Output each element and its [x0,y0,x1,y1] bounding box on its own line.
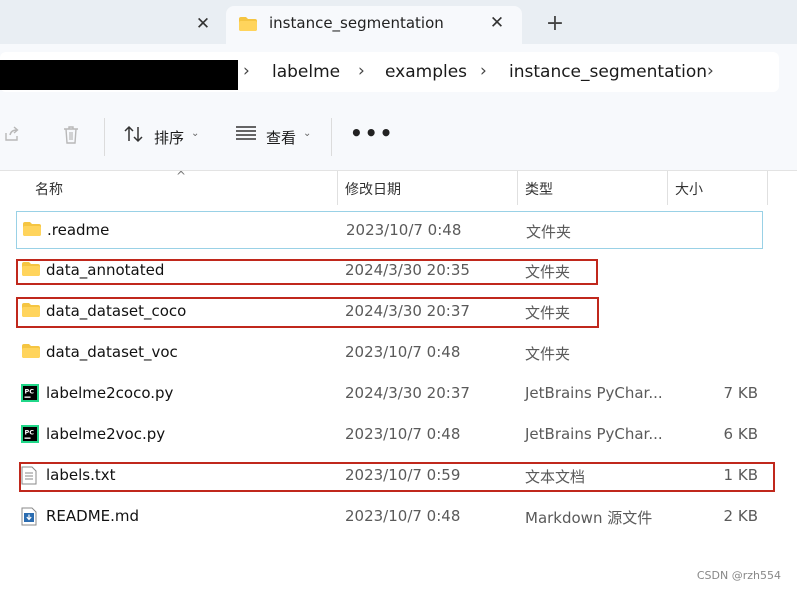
folder-icon [22,221,42,241]
tab-title: instance_segmentation [269,14,444,32]
file-row[interactable]: PC labelme2voc.py 2023/10/7 0:48 JetBrai… [16,416,763,454]
file-type: JetBrains PyChar... [525,384,663,402]
markdown-file-icon [21,507,37,530]
folder-icon [238,16,258,36]
address-bar[interactable]: › labelme › examples › instance_segmenta… [0,52,779,92]
file-row[interactable]: README.md 2023/10/7 0:48 Markdown 源文件 2 … [16,498,763,536]
breadcrumb-chevron-icon[interactable]: › [243,61,250,81]
file-size: 7 KB [723,384,758,402]
pycharm-file-icon: PC [21,425,39,447]
command-bar: 排序 ⌄ 查看 ⌄ ••• [0,102,797,171]
redacted-path [0,60,238,90]
file-size: 6 KB [723,425,758,443]
file-date: 2023/10/7 0:48 [346,221,462,239]
column-divider[interactable] [667,171,668,205]
column-type[interactable]: 类型 [525,179,553,199]
file-row[interactable]: .readme 2023/10/7 0:48 文件夹 [16,211,763,249]
column-modified[interactable]: 修改日期 [345,179,401,199]
new-tab-button[interactable]: + [543,12,567,36]
svg-text:PC: PC [25,429,35,437]
tab-previous[interactable]: ✕ [0,6,222,44]
file-size: 2 KB [723,507,758,525]
breadcrumb-labelme[interactable]: labelme [272,62,340,82]
file-type: JetBrains PyChar... [525,425,663,443]
view-button[interactable]: 查看 [266,127,296,148]
view-icon[interactable] [235,124,257,146]
sort-icon[interactable] [123,124,145,148]
sort-ascending-icon: ^ [176,169,187,183]
toolbar-divider [331,118,332,156]
column-size[interactable]: 大小 [675,179,703,199]
folder-icon [21,343,41,363]
highlight-box [19,462,775,492]
column-divider[interactable] [517,171,518,205]
watermark: CSDN @rzh554 [696,569,781,582]
file-row[interactable]: PC labelme2coco.py 2024/3/30 20:37 JetBr… [16,375,763,413]
column-name[interactable]: 名称 [35,179,63,199]
file-date: 2024/3/30 20:37 [345,384,470,402]
file-name: .readme [47,221,110,239]
breadcrumb-instance-segmentation[interactable]: instance_segmentation [509,62,707,82]
file-name: labelme2coco.py [46,384,174,402]
highlight-box [16,297,599,328]
breadcrumb-chevron-icon[interactable]: › [480,61,487,81]
address-row: › labelme › examples › instance_segmenta… [0,44,797,102]
share-icon[interactable] [2,124,22,148]
pycharm-file-icon: PC [21,384,39,406]
file-date: 2023/10/7 0:48 [345,425,461,443]
tab-strip: ✕ instance_segmentation ✕ + [0,0,797,44]
column-header: ^ 名称 修改日期 类型 大小 [0,169,797,205]
file-row[interactable]: data_dataset_voc 2023/10/7 0:48 文件夹 [16,334,763,372]
file-type: Markdown 源文件 [525,509,653,527]
toolbar-divider [104,118,105,156]
file-name: labelme2voc.py [46,425,166,443]
sort-button[interactable]: 排序 [154,127,184,148]
chevron-down-icon[interactable]: ⌄ [191,128,199,139]
breadcrumb-examples[interactable]: examples [385,62,467,82]
tab-close-icon[interactable]: ✕ [486,12,508,34]
column-divider[interactable] [337,171,338,205]
more-options-button[interactable]: ••• [350,121,394,145]
highlight-box [16,259,598,285]
file-date: 2023/10/7 0:48 [345,507,461,525]
svg-text:PC: PC [25,388,35,396]
tab-previous-close-icon[interactable]: ✕ [192,13,214,35]
column-divider[interactable] [767,171,768,205]
file-name: README.md [46,507,140,525]
delete-icon[interactable] [61,124,81,150]
file-type: 文件夹 [525,345,571,363]
chevron-down-icon[interactable]: ⌄ [303,128,311,139]
file-date: 2023/10/7 0:48 [345,343,461,361]
breadcrumb-chevron-icon[interactable]: › [707,61,714,81]
breadcrumb-chevron-icon[interactable]: › [358,61,365,81]
tab-instance-segmentation[interactable]: instance_segmentation ✕ [226,6,522,44]
file-name: data_dataset_voc [46,343,178,361]
file-type: 文件夹 [526,223,572,241]
